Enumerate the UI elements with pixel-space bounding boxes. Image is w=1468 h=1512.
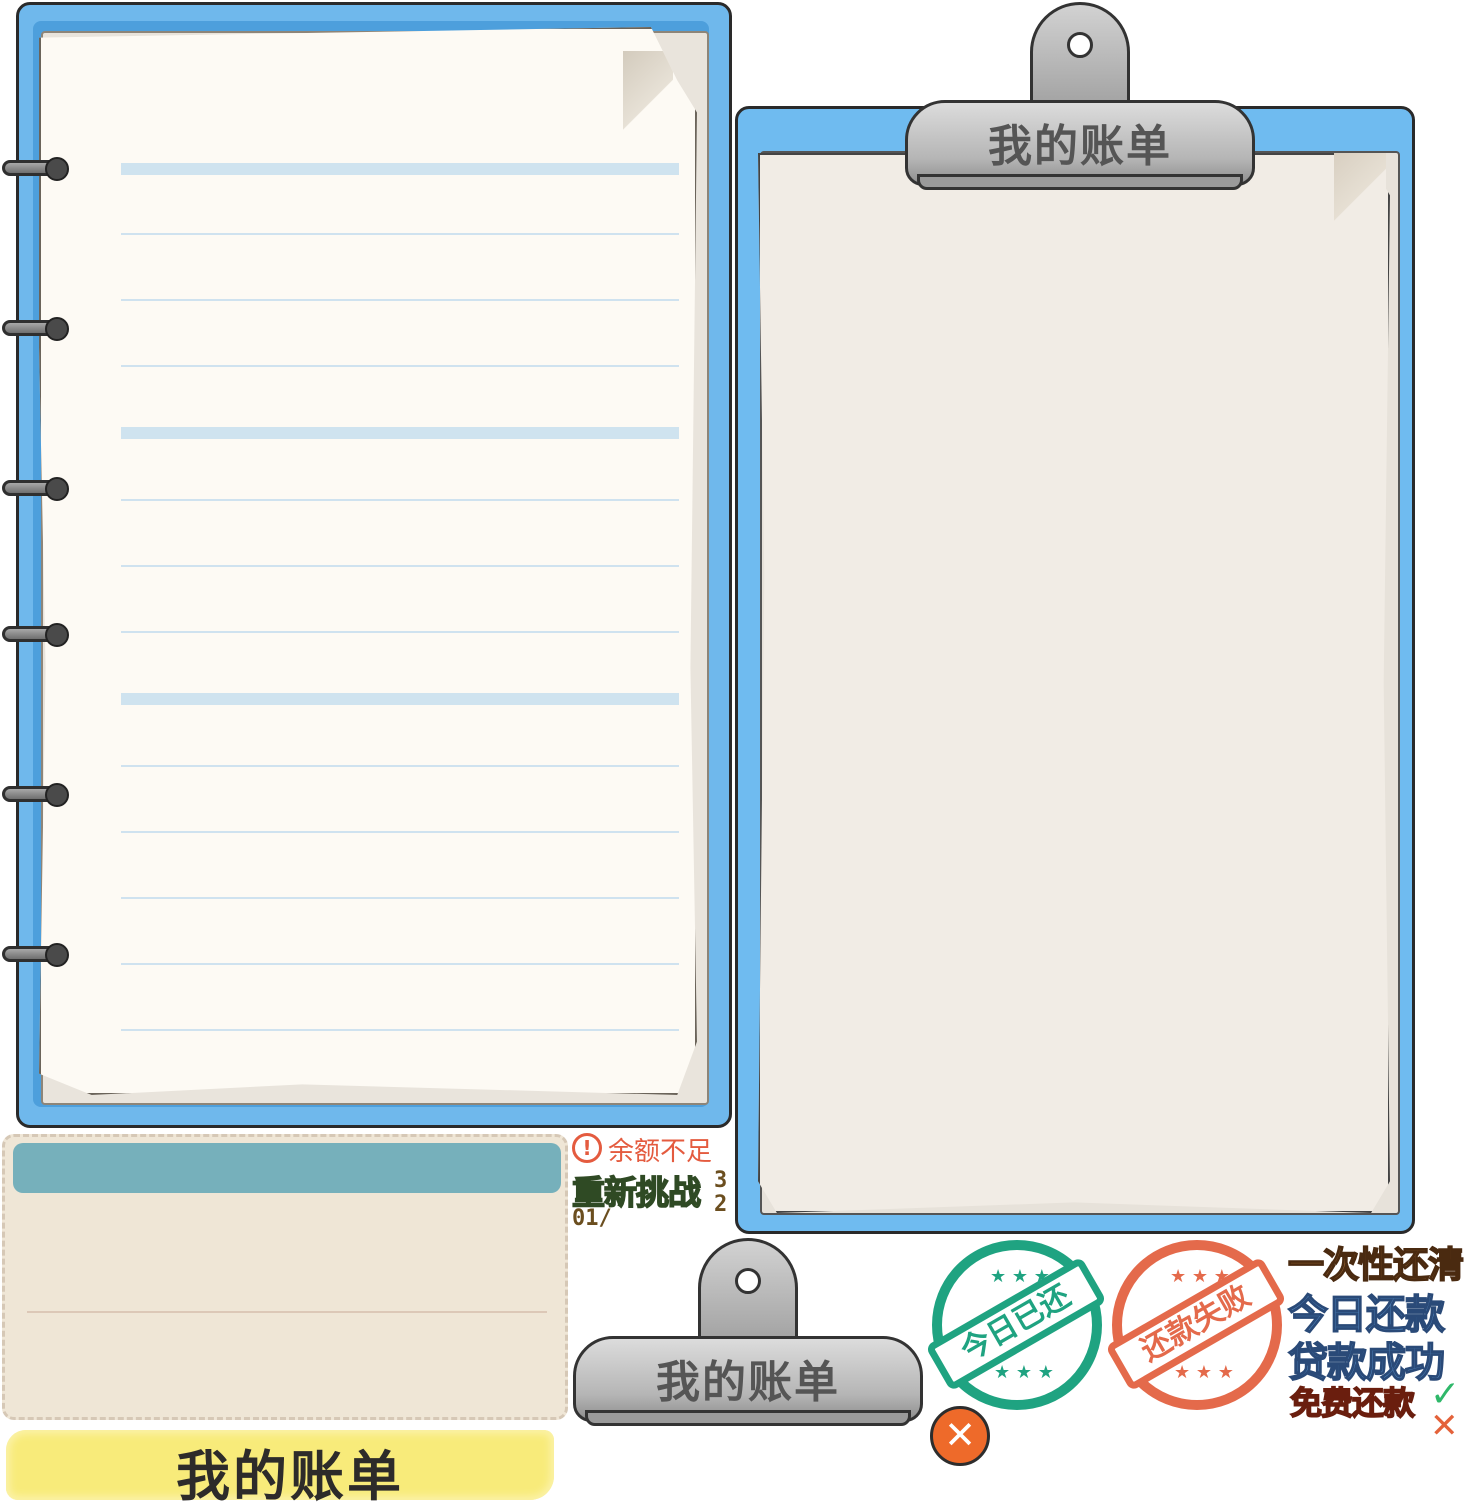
clip-sprite-title: 我的账单: [656, 1357, 840, 1408]
page-corner-fold: [623, 51, 673, 131]
clip-lip: [585, 1410, 911, 1426]
warning-icon: !: [572, 1133, 602, 1163]
rule-line: [121, 831, 679, 833]
binder-ring-icon: [2, 317, 69, 341]
rule-line: [121, 565, 679, 567]
clip-hole-icon: [735, 1268, 761, 1294]
page-corner-fold: [1334, 153, 1386, 223]
rule-line: [121, 631, 679, 633]
rule-line: [121, 233, 679, 235]
section-rule: [121, 693, 679, 705]
binder-ring-icon: [2, 783, 69, 807]
clip-sprite: 我的账单: [573, 1238, 923, 1438]
binder-ring-icon: [2, 623, 69, 647]
digit-sprite: 3: [714, 1168, 728, 1193]
banner-title: 我的账单: [176, 1445, 404, 1508]
clip-lip: [917, 174, 1243, 190]
binder-ring-icon: [2, 477, 69, 501]
rule-line: [121, 765, 679, 767]
notebook-paper: [39, 27, 697, 1095]
pay-all-label: 一次性还清: [1287, 1244, 1465, 1287]
digit-sprite: 2: [714, 1192, 728, 1217]
clipboard-paper: [758, 153, 1390, 1213]
cross-icon: ✕: [1430, 1406, 1459, 1446]
rule-line: [121, 963, 679, 965]
digit-sprite: 01/: [572, 1206, 612, 1231]
rule-line: [121, 365, 679, 367]
close-button[interactable]: ✕: [930, 1406, 990, 1466]
rule-line: [121, 897, 679, 899]
clip-hole-icon: [1067, 32, 1093, 58]
clipboard-clip: 我的账单: [905, 2, 1255, 202]
star-icon: ★ ★ ★: [1174, 1362, 1234, 1383]
card-divider: [27, 1311, 547, 1313]
notebook-panel: [16, 2, 732, 1128]
section-rule: [121, 427, 679, 439]
stamp-repay-failed: ★ ★ ★ ★ ★ ★ 还款失败: [1105, 1240, 1292, 1410]
binder-ring-icon: [2, 157, 69, 181]
free-repay-label: 免费还款: [1289, 1383, 1416, 1423]
clipboard-panel: [735, 106, 1415, 1234]
binder-ring-icon: [2, 943, 69, 967]
rule-line: [121, 299, 679, 301]
rule-line: [121, 1029, 679, 1031]
card-header-bar: [13, 1143, 561, 1193]
rule-line: [121, 499, 679, 501]
insufficient-balance-text: 余额不足: [608, 1137, 713, 1167]
star-icon: ★ ★ ★: [994, 1362, 1054, 1383]
stamp-paid-today: ★ ★ ★ ★ ★ ★ 今日已还: [925, 1240, 1112, 1410]
section-rule: [121, 163, 679, 175]
clipboard-title: 我的账单: [988, 121, 1172, 172]
bill-card: [2, 1134, 568, 1420]
